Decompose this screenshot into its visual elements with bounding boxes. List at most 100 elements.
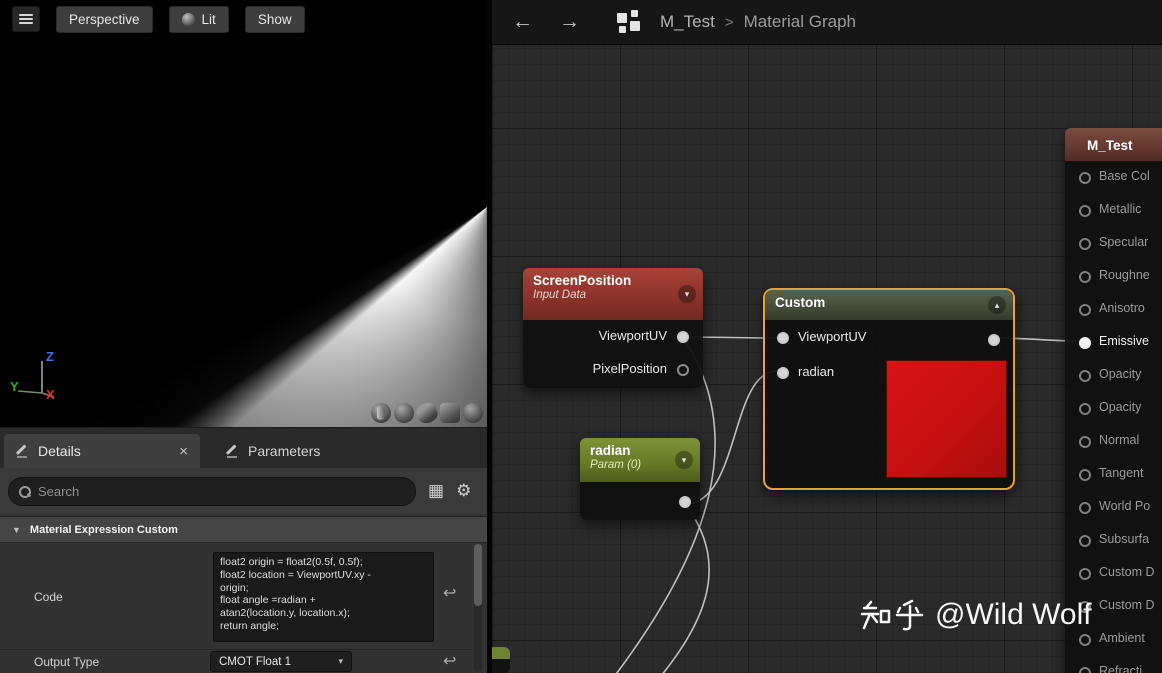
- axis-label-y: Y: [10, 379, 19, 394]
- material-input-row: Specular: [1065, 227, 1162, 260]
- reset-to-default-icon[interactable]: ↩: [443, 651, 456, 671]
- breadcrumb-separator-icon: >: [724, 13, 734, 31]
- output-pin-row: ViewportUV: [523, 320, 703, 353]
- breadcrumb-material-name[interactable]: M_Test: [660, 12, 715, 32]
- pin-label: Base Col: [1099, 169, 1150, 183]
- specular-input-pin[interactable]: [1079, 238, 1091, 250]
- node-screenposition-header[interactable]: ScreenPosition Input Data ▾: [523, 268, 703, 320]
- material-graph-canvas[interactable]: ScreenPosition Input Data ▾ ViewportUV P…: [492, 0, 1162, 673]
- details-panel: Details × Parameters ▦ ⚙ ▼ Material Expr…: [0, 427, 487, 673]
- tab-details[interactable]: Details ×: [4, 434, 200, 468]
- chevron-down-icon[interactable]: ▾: [675, 451, 693, 469]
- search-input[interactable]: [38, 483, 405, 499]
- material-input-row: Normal: [1065, 425, 1162, 458]
- viewportuv-output-pin[interactable]: [677, 331, 689, 343]
- sphere-shape-button[interactable]: [394, 403, 414, 423]
- tangent-input-pin[interactable]: [1079, 469, 1091, 481]
- zhihu-characters: [860, 599, 924, 630]
- watermark-handle: @Wild Wolf: [935, 598, 1092, 631]
- scrollbar-thumb[interactable]: [474, 544, 482, 606]
- tab-details-label: Details: [38, 443, 81, 459]
- chevron-up-icon[interactable]: ▴: [988, 296, 1006, 314]
- input-pin-row: ViewportUV: [765, 320, 1013, 356]
- output-type-property-row: Output Type CMOT Float 1 ▾ ↩: [0, 650, 472, 673]
- settings-gear-icon[interactable]: ⚙: [456, 481, 471, 501]
- section-title: Material Expression Custom: [29, 523, 178, 536]
- node-radian-header[interactable]: radian Param (0) ▾: [580, 438, 700, 482]
- pin-label: Refracti: [1099, 664, 1143, 673]
- customdata0-input-pin[interactable]: [1079, 568, 1091, 580]
- viewportuv-input-pin[interactable]: [777, 332, 789, 344]
- opacity-input-pin[interactable]: [1079, 370, 1091, 382]
- pin-label: Anisotro: [1099, 301, 1145, 315]
- section-material-expression-custom[interactable]: ▼ Material Expression Custom: [0, 516, 487, 543]
- forward-arrow-icon[interactable]: →: [559, 10, 580, 34]
- material-input-row: Tangent: [1065, 458, 1162, 491]
- custom-output-pin[interactable]: [988, 334, 1000, 346]
- back-arrow-icon[interactable]: ←: [512, 10, 533, 34]
- tab-parameters[interactable]: Parameters: [214, 434, 332, 468]
- code-line: atan2(location.y, location.x);: [220, 607, 350, 620]
- worldposition-input-pin[interactable]: [1079, 502, 1091, 514]
- pin-label: Opacity: [1099, 400, 1142, 414]
- show-button[interactable]: Show: [244, 5, 305, 33]
- plane-shape-button[interactable]: [414, 400, 440, 426]
- node-custom-header[interactable]: Custom ▴: [765, 290, 1013, 320]
- graph-header: ← → M_Test > Material Graph: [492, 0, 1162, 45]
- axis-label-z: Z: [46, 349, 54, 364]
- emissive-input-pin[interactable]: [1079, 337, 1091, 349]
- search-box[interactable]: [8, 476, 416, 506]
- close-icon[interactable]: ×: [179, 443, 188, 460]
- perspective-button[interactable]: Perspective: [56, 5, 153, 33]
- node-title: Custom: [775, 295, 826, 310]
- axis-gizmo: Z Y X: [8, 345, 68, 405]
- node-mtest-header[interactable]: M_Test: [1065, 128, 1162, 161]
- chevron-down-icon[interactable]: ▾: [678, 285, 696, 303]
- preview-viewport[interactable]: Perspective Lit Show Z Y X: [0, 0, 487, 427]
- material-input-row: Metallic: [1065, 194, 1162, 227]
- details-search-row: ▦ ⚙: [0, 468, 487, 514]
- pixelposition-output-pin[interactable]: [677, 364, 689, 376]
- mesh-shape-button[interactable]: [463, 403, 483, 423]
- ambientocclusion-input-pin[interactable]: [1079, 634, 1091, 646]
- anisotropy-input-pin[interactable]: [1079, 304, 1091, 316]
- subsurface-input-pin[interactable]: [1079, 535, 1091, 547]
- pin-label: PixelPosition: [592, 361, 667, 376]
- pin-label: Opacity: [1099, 367, 1142, 381]
- pin-label: radian: [798, 364, 835, 379]
- node-custom[interactable]: Custom ▴ ViewportUV radian: [763, 288, 1015, 490]
- offscreen-node-fragment[interactable]: [492, 647, 510, 673]
- cube-shape-button[interactable]: [440, 403, 460, 423]
- output-type-dropdown[interactable]: CMOT Float 1 ▾: [210, 651, 352, 672]
- reset-to-default-icon[interactable]: ↩: [443, 583, 456, 603]
- basecolor-input-pin[interactable]: [1079, 172, 1091, 184]
- details-scrollbar[interactable]: [474, 544, 482, 672]
- material-input-row: Custom D: [1065, 557, 1162, 590]
- material-input-row: Refracti: [1065, 656, 1162, 673]
- radian-input-pin[interactable]: [777, 367, 789, 379]
- viewport-menu-button[interactable]: [12, 6, 40, 32]
- material-input-row: Roughne: [1065, 260, 1162, 293]
- code-line: return angle;: [220, 619, 279, 632]
- axis-gizmo-lines: [17, 361, 55, 398]
- tab-parameters-label: Parameters: [248, 443, 321, 459]
- lit-mode-button[interactable]: Lit: [168, 5, 229, 33]
- node-radian-param[interactable]: radian Param (0) ▾: [580, 438, 700, 520]
- material-input-row: Emissive: [1065, 326, 1162, 359]
- roughness-input-pin[interactable]: [1079, 271, 1091, 283]
- refraction-input-pin[interactable]: [1079, 667, 1091, 673]
- radian-output-pin[interactable]: [679, 496, 691, 508]
- node-screenposition[interactable]: ScreenPosition Input Data ▾ ViewportUV P…: [523, 268, 703, 388]
- output-pin-row: PixelPosition: [523, 353, 703, 386]
- cylinder-shape-button[interactable]: [371, 403, 391, 423]
- node-material-result[interactable]: M_Test Base Col Metallic Specular Roughn…: [1065, 128, 1162, 673]
- hamburger-icon: [19, 14, 33, 24]
- material-input-row: Subsurfa: [1065, 524, 1162, 557]
- display-filter-icon[interactable]: ▦: [428, 481, 444, 501]
- metallic-input-pin[interactable]: [1079, 205, 1091, 217]
- edit-icon: [226, 444, 240, 458]
- code-textarea[interactable]: float2 origin = float2(0.5f, 0.5f); floa…: [213, 552, 434, 642]
- normal-input-pin[interactable]: [1079, 436, 1091, 448]
- opacitymask-input-pin[interactable]: [1079, 403, 1091, 415]
- graph-state-icon: [616, 9, 642, 35]
